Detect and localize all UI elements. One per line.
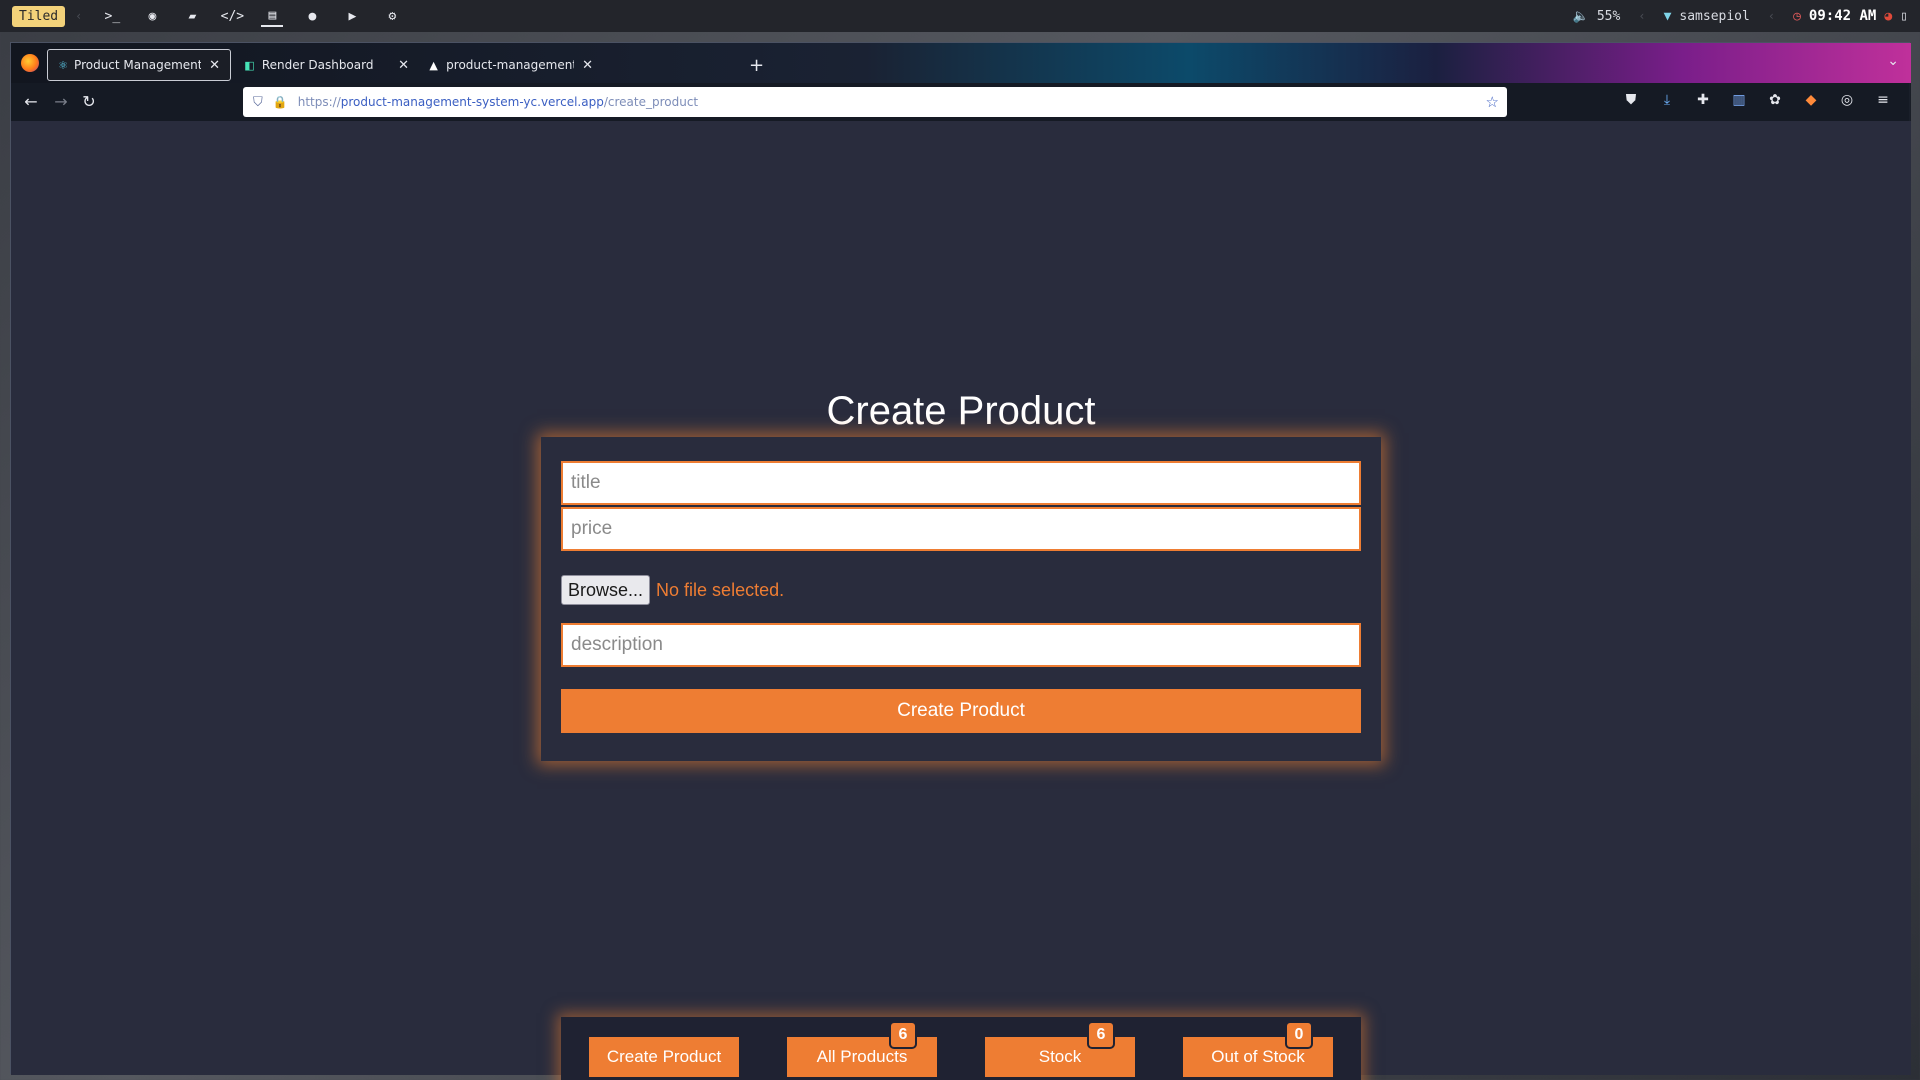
browse-button[interactable]: Browse...	[561, 575, 651, 605]
separator: ‹	[1638, 9, 1646, 23]
nav-stock-button[interactable]: Stock 6	[985, 1023, 1135, 1077]
volume-level: 55%	[1596, 8, 1621, 24]
url-text[interactable]: https://product-management-system-yc.ver…	[298, 95, 698, 109]
out-of-stock-count-badge: 0	[1287, 1023, 1311, 1047]
tab-product-management[interactable]: ⚛ Product Management System ✕	[47, 49, 231, 81]
list-all-tabs-icon[interactable]: ⌄	[1887, 53, 1899, 69]
volume-icon[interactable]: 🔈	[1573, 9, 1589, 24]
page-title: Create Product	[826, 389, 1096, 433]
navigation-toolbar: ← → ↻ ⛉ 🔒 https://product-management-sys…	[11, 83, 1911, 121]
nav-create-product-button[interactable]: Create Product	[589, 1037, 739, 1077]
all-products-count-badge: 6	[891, 1023, 915, 1047]
vercel-icon: ▲	[429, 58, 438, 72]
clock: 09:42 AM	[1808, 8, 1877, 24]
battery-icon: ▯	[1900, 8, 1908, 24]
tab-vercel-project[interactable]: ▲ product-management-system ✕	[417, 49, 603, 81]
menu-icon[interactable]: ≡	[1873, 92, 1893, 108]
tab-title: Product Management System	[74, 58, 202, 72]
tab-title: product-management-system	[446, 58, 575, 72]
bottom-navigation: Create Product All Products 6 Stock 6 Ou…	[561, 1017, 1361, 1080]
wifi-name: samsepiol	[1679, 8, 1750, 24]
system-tray: 🔈 55% ‹ ▼ samsepiol ‹ ◷ 09:42 AM ◕ ▯	[1573, 0, 1920, 32]
nav-all-products-button[interactable]: All Products 6	[787, 1023, 937, 1077]
stock-count-badge: 6	[1089, 1023, 1113, 1047]
chrome-icon[interactable]: ◕	[1884, 9, 1892, 24]
extension-icon[interactable]: ◎	[1837, 92, 1857, 108]
description-input[interactable]	[561, 623, 1361, 667]
reload-icon[interactable]: ↻	[79, 92, 99, 111]
clock-icon: ◷	[1793, 8, 1801, 24]
create-product-form: Browse... No file selected. Create Produ…	[541, 437, 1381, 761]
tab-strip: ⚛ Product Management System ✕ ◧ Render D…	[11, 43, 1911, 83]
folder-icon[interactable]: ▰	[181, 5, 203, 27]
file-input: Browse... No file selected.	[561, 575, 784, 605]
sidebar-icon[interactable]: ▥	[1729, 92, 1749, 108]
chat-icon[interactable]: ●	[301, 5, 323, 27]
separator: ‹	[1767, 9, 1776, 23]
page-content: Create Product Browse... No file selecte…	[11, 121, 1911, 1080]
new-tab-icon[interactable]: +	[749, 55, 764, 76]
container-icon[interactable]: ✿	[1765, 92, 1785, 108]
close-tab-icon[interactable]: ✕	[398, 58, 409, 73]
url-protocol: https://	[297, 95, 341, 109]
close-tab-icon[interactable]: ✕	[209, 58, 220, 73]
back-icon[interactable]: ←	[21, 92, 41, 111]
nav-all-label: All Products	[816, 1047, 908, 1066]
tracking-shield-icon[interactable]: ⛉	[253, 95, 263, 110]
wifi-icon[interactable]: ▼	[1664, 9, 1672, 24]
price-input[interactable]	[561, 507, 1361, 551]
address-bar[interactable]: ⛉ 🔒 https://product-management-system-yc…	[243, 87, 1507, 117]
download-icon[interactable]: ⤓	[1657, 92, 1677, 108]
tab-render-dashboard[interactable]: ◧ Render Dashboard ✕	[233, 49, 419, 81]
bookmark-star-icon[interactable]: ☆	[1486, 93, 1499, 111]
nav-create-label: Create Product	[606, 1047, 722, 1066]
layout-mode-label[interactable]: Tiled	[12, 5, 66, 27]
youtube-icon[interactable]: ▶	[341, 5, 363, 27]
close-tab-icon[interactable]: ✕	[582, 58, 593, 73]
notes-icon[interactable]: ▤	[261, 5, 284, 27]
code-icon[interactable]: </>	[221, 5, 244, 27]
toolbar-icons: ⛊ ⤓ ✚ ▥ ✿ ◆ ◎ ≡	[1621, 92, 1893, 108]
react-icon: ⚛	[58, 58, 68, 72]
create-product-submit-button[interactable]: Create Product	[561, 689, 1361, 733]
browser-window: ⚛ Product Management System ✕ ◧ Render D…	[10, 42, 1911, 1080]
system-top-bar: Tiled ‹ >_ ◉ ▰ </> ▤ ● ▶ ⚙ 🔈 55% ‹ ▼ sam…	[0, 0, 1920, 32]
lock-icon[interactable]: 🔒	[273, 95, 288, 109]
render-icon: ◧	[244, 58, 255, 72]
title-input[interactable]	[561, 461, 1361, 505]
terminal-icon[interactable]: >_	[101, 5, 123, 27]
nav-out-of-stock-button[interactable]: Out of Stock 0	[1183, 1023, 1333, 1077]
fox-extension-icon[interactable]: ◆	[1801, 92, 1821, 108]
firefox-logo-icon[interactable]	[21, 54, 39, 72]
tab-title: Render Dashboard	[261, 58, 374, 72]
file-status: No file selected.	[656, 579, 785, 600]
pocket-icon[interactable]: ⛊	[1621, 92, 1641, 108]
nav-stock-label: Stock	[1038, 1047, 1082, 1066]
forward-icon[interactable]: →	[51, 92, 71, 111]
url-path: /create_product	[603, 95, 699, 109]
settings-icon[interactable]: ⚙	[381, 5, 403, 27]
firefox-icon[interactable]: ◉	[141, 5, 163, 27]
url-domain: product-management-system-yc.vercel.app	[340, 95, 604, 109]
extensions-icon[interactable]: ✚	[1693, 92, 1713, 108]
separator: ‹	[75, 9, 83, 23]
nav-out-label: Out of Stock	[1211, 1047, 1305, 1066]
